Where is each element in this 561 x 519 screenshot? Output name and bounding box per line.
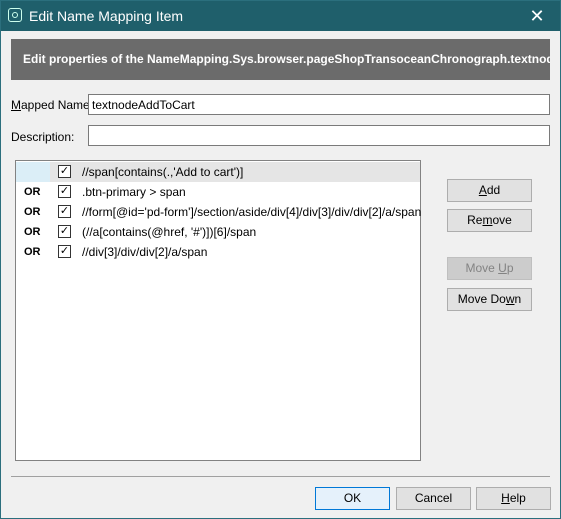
row-checkbox[interactable]: ✓ (58, 205, 71, 218)
list-item[interactable]: OR ✓ //form[@id='pd-form']/section/aside… (16, 202, 421, 222)
mapped-name-label: Mapped Name: (11, 98, 94, 112)
or-label: OR (24, 206, 41, 218)
row-selection-marker (16, 162, 50, 182)
or-label: OR (24, 246, 41, 258)
cancel-button[interactable]: Cancel (396, 487, 471, 510)
description-input[interactable] (88, 125, 550, 146)
or-label: OR (24, 226, 41, 238)
xpath-expression[interactable]: //div[3]/div/div[2]/a/span (82, 245, 207, 259)
row-checkbox[interactable]: ✓ (58, 225, 71, 238)
help-button[interactable]: Help (476, 487, 551, 510)
xpath-expression[interactable]: //span[contains(.,'Add to cart')] (82, 165, 243, 179)
xpath-expression[interactable]: (//a[contains(@href, '#')])[6]/span (82, 225, 256, 239)
move-up-button[interactable]: Move Up (447, 257, 532, 280)
row-checkbox[interactable]: ✓ (58, 165, 71, 178)
add-button[interactable]: Add (447, 179, 532, 202)
app-icon (8, 8, 22, 22)
dialog-window: Edit Name Mapping Item ✕ Edit properties… (0, 0, 561, 519)
list-item[interactable]: OR ✓ .btn-primary > span (16, 182, 420, 202)
mapped-name-input[interactable] (88, 94, 550, 115)
title-bar[interactable]: Edit Name Mapping Item ✕ (1, 1, 560, 31)
row-checkbox[interactable]: ✓ (58, 245, 71, 258)
ok-button[interactable]: OK (315, 487, 390, 510)
row-checkbox[interactable]: ✓ (58, 185, 71, 198)
header-banner: Edit properties of the NameMapping.Sys.b… (11, 39, 550, 80)
xpath-expression[interactable]: //form[@id='pd-form']/section/aside/div[… (82, 205, 421, 219)
footer-divider (11, 476, 550, 477)
close-icon[interactable]: ✕ (514, 1, 560, 31)
list-item[interactable]: ✓ //span[contains(.,'Add to cart')] (16, 162, 420, 182)
description-label: Description: (11, 130, 75, 144)
list-item[interactable]: OR ✓ (//a[contains(@href, '#')])[6]/span (16, 222, 420, 242)
list-item[interactable]: OR ✓ //div[3]/div/div[2]/a/span (16, 242, 420, 262)
move-down-button[interactable]: Move Down (447, 288, 532, 311)
remove-button[interactable]: Remove (447, 209, 532, 232)
xpath-expression[interactable]: .btn-primary > span (82, 185, 186, 199)
mapping-conditions-list[interactable]: ✓ //span[contains(.,'Add to cart')] OR ✓… (15, 160, 421, 461)
window-title: Edit Name Mapping Item (29, 8, 184, 24)
or-label: OR (24, 186, 41, 198)
banner-text: Edit properties of the NameMapping.Sys.b… (23, 52, 550, 66)
